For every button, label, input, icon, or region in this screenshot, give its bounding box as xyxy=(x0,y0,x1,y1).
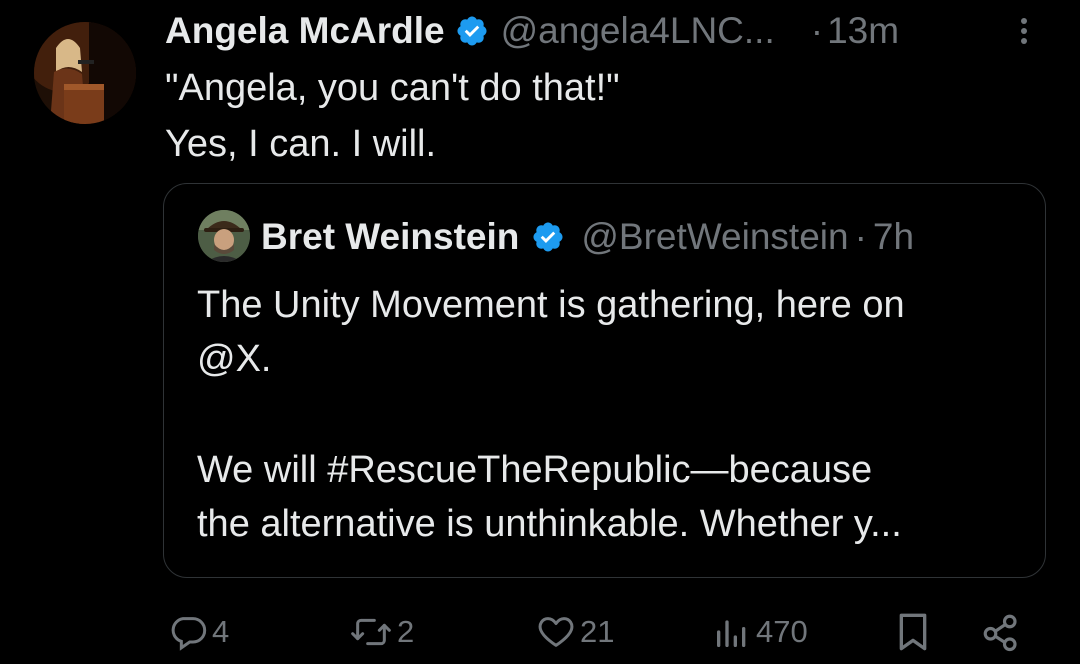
reply-count: 4 xyxy=(212,614,230,649)
quoted-tweet-header: Bret Weinstein @BretWeinstein · 7h xyxy=(261,212,914,262)
repost-icon xyxy=(349,612,393,652)
bookmark-icon xyxy=(893,610,933,654)
quoted-author-handle[interactable]: @BretWeinstein xyxy=(581,216,848,258)
quoted-author-avatar[interactable] xyxy=(198,210,250,262)
like-icon xyxy=(536,612,576,652)
quoted-tweet-time[interactable]: 7h xyxy=(873,216,914,258)
bookmark-button[interactable] xyxy=(893,600,933,664)
like-button[interactable]: 21 xyxy=(536,600,614,664)
action-bar: 4 2 21 470 xyxy=(0,600,1080,664)
quoted-text-line: @X. xyxy=(197,338,272,380)
share-icon xyxy=(980,611,1022,653)
views-icon xyxy=(712,612,752,652)
repost-count: 2 xyxy=(397,614,415,649)
quoted-tweet-text: The Unity Movement is gathering, here on… xyxy=(197,278,1027,551)
quoted-text-line: The Unity Movement is gathering, here on xyxy=(197,284,905,326)
tweet-header: Angela McArdle @angela4LNC... · 13m xyxy=(165,6,899,56)
tweet-text-line: "Angela, you can't do that!" xyxy=(165,67,620,109)
reply-button[interactable]: 4 xyxy=(168,600,229,664)
author-name[interactable]: Angela McArdle xyxy=(165,10,445,52)
quoted-text-line: the alternative is unthinkable. Whether … xyxy=(197,503,902,545)
separator-dot: · xyxy=(854,216,867,257)
views-button[interactable]: 470 xyxy=(712,600,808,664)
share-button[interactable] xyxy=(980,600,1022,664)
quoted-author-name[interactable]: Bret Weinstein xyxy=(261,216,519,258)
author-avatar[interactable] xyxy=(34,22,136,124)
reply-icon xyxy=(168,612,208,652)
quoted-text-line: We will #RescueTheRepublic—because xyxy=(197,449,873,491)
tweet-text-line: Yes, I can. I will. xyxy=(165,123,437,165)
views-count: 470 xyxy=(756,614,808,649)
repost-button[interactable]: 2 xyxy=(349,600,414,664)
more-icon[interactable] xyxy=(1012,14,1036,54)
tweet-time[interactable]: 13m xyxy=(827,10,899,52)
tweet-text: "Angela, you can't do that!" Yes, I can.… xyxy=(165,60,620,172)
separator-dot: · xyxy=(810,10,824,51)
author-handle[interactable]: @angela4LNC... xyxy=(501,10,775,52)
verified-badge-icon xyxy=(531,220,565,254)
like-count: 21 xyxy=(580,614,615,649)
verified-badge-icon xyxy=(455,14,489,48)
quoted-tweet-card[interactable]: Bret Weinstein @BretWeinstein · 7h The U… xyxy=(163,183,1046,578)
